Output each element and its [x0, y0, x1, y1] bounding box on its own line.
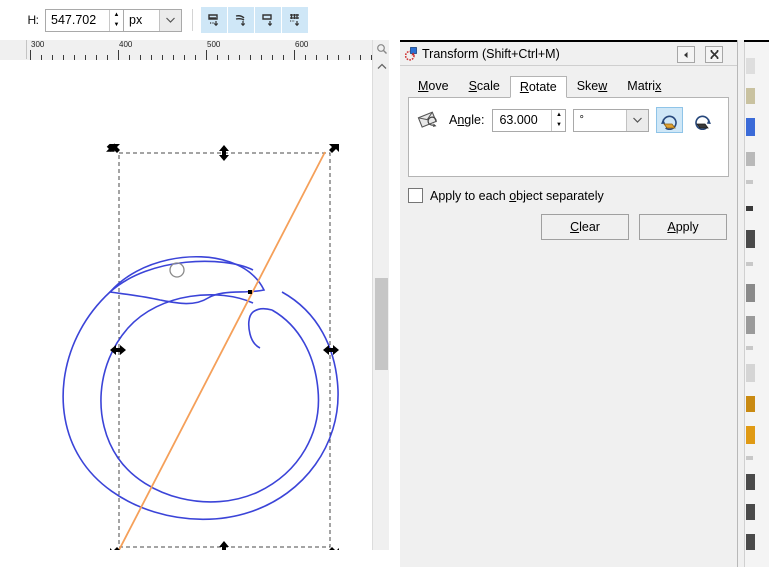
apply-button[interactable]: Apply [639, 214, 727, 240]
angle-spin-down[interactable]: ▼ [552, 120, 565, 131]
angle-spin-buttons[interactable]: ▲ ▼ [551, 109, 566, 131]
inkscape-window: H: 547.702 ▲ ▼ px 300 400 500 600 Transf… [0, 0, 769, 567]
snap-grid-button[interactable] [282, 7, 308, 33]
transform-dialog: Transform (Shift+Ctrl+M) Move Scale Rota… [400, 40, 737, 567]
drawing-canvas[interactable] [0, 60, 372, 550]
right-strip-top-border [744, 40, 769, 42]
strip-item-9[interactable] [746, 284, 755, 302]
height-spin-up[interactable]: ▲ [110, 10, 123, 21]
angle-row: Angle: 63.000 ▲ ▼ ° [409, 98, 728, 133]
strip-item-11[interactable] [746, 346, 753, 350]
dialog-dock-button[interactable] [677, 46, 695, 63]
chevron-up-icon[interactable] [375, 60, 389, 72]
ruler-major-tick [30, 50, 31, 60]
handle-top-left[interactable] [104, 141, 120, 156]
snap-bbox-edge-button[interactable] [228, 7, 254, 33]
angle-label: Angle: [449, 113, 485, 127]
tab-matrix[interactable]: Matrix [617, 75, 672, 97]
rotate-tab-panel: Angle: 63.000 ▲ ▼ ° [408, 97, 729, 177]
snap-bbox-corner-button[interactable] [201, 7, 227, 33]
angle-spinbox[interactable]: 63.000 ▲ ▼ [492, 108, 567, 132]
strip-item-15[interactable] [746, 456, 753, 460]
angle-unit-value: ° [579, 114, 584, 126]
chevron-down-icon[interactable] [159, 9, 181, 31]
dialog-buttons: Clear Apply [400, 214, 727, 240]
tab-scale[interactable]: Scale [458, 75, 510, 97]
ruler-corner [0, 40, 27, 59]
ruler-label: 500 [207, 40, 221, 49]
snap-bbox-center-button[interactable] [255, 7, 281, 33]
circle-marker[interactable] [169, 262, 185, 278]
right-strip-seam [738, 40, 745, 567]
strip-item-2[interactable] [746, 88, 755, 104]
right-edge-palette-strip[interactable] [737, 40, 769, 567]
transform-dialog-titlebar[interactable]: Transform (Shift+Ctrl+M) [400, 42, 737, 66]
spiral-path[interactable] [8, 227, 339, 521]
strip-item-10[interactable] [746, 316, 755, 334]
angle-unit-select[interactable]: ° [573, 108, 650, 132]
unit-select-value: px [129, 13, 143, 27]
ruler-major-tick [294, 50, 295, 60]
tool-options-toolbar: H: 547.702 ▲ ▼ px [0, 0, 769, 40]
height-spin-buttons[interactable]: ▲ ▼ [109, 9, 123, 31]
ruler-major-tick [118, 50, 119, 60]
dialog-close-button[interactable] [705, 46, 723, 63]
toolbar-separator [192, 9, 193, 31]
ruler-label: 300 [31, 40, 45, 49]
strip-item-18[interactable] [746, 534, 755, 550]
apply-each-object-checkbox[interactable] [408, 188, 423, 203]
rotate-clockwise-button[interactable] [690, 108, 715, 132]
apply-each-object-row[interactable]: Apply to each object separately [408, 188, 737, 203]
strip-item-8[interactable] [746, 262, 753, 266]
angle-spin-up[interactable]: ▲ [552, 110, 565, 121]
height-spinbox[interactable]: 547.702 ▲ ▼ [45, 8, 124, 32]
clear-button[interactable]: Clear [541, 214, 629, 240]
ruler-label: 400 [119, 40, 133, 49]
strip-item-14[interactable] [746, 426, 755, 444]
strip-item-5[interactable] [746, 180, 753, 184]
canvas-bottom-padding [0, 550, 400, 567]
canvas-artwork [8, 141, 339, 550]
rotate-object-icon [417, 109, 443, 131]
magnifier-icon[interactable] [375, 42, 389, 56]
height-label: H: [27, 13, 40, 27]
scrollbar-thumb[interactable] [375, 278, 388, 370]
guide-line[interactable] [118, 151, 326, 550]
strip-item-4[interactable] [746, 152, 755, 166]
angle-input[interactable]: 63.000 [493, 110, 551, 131]
canvas-vertical-scrollbar[interactable] [372, 40, 390, 550]
transform-icon [403, 46, 419, 62]
handle-bottom-center[interactable] [219, 541, 229, 550]
ruler-major-tick [206, 50, 207, 60]
strip-item-17[interactable] [746, 504, 755, 520]
tab-move[interactable]: Move [408, 75, 459, 97]
apply-each-object-label: Apply to each object separately [430, 188, 604, 203]
ruler-label: 600 [295, 40, 309, 49]
chevron-down-icon[interactable] [626, 109, 649, 131]
strip-item-13[interactable] [746, 396, 755, 412]
strip-item-12[interactable] [746, 364, 755, 382]
transform-dialog-title: Transform (Shift+Ctrl+M) [422, 46, 560, 61]
strip-item-1[interactable] [746, 58, 755, 74]
strip-item-3[interactable] [746, 118, 755, 136]
unit-select[interactable]: px [124, 8, 182, 32]
strip-item-16[interactable] [746, 474, 755, 490]
height-spin-down[interactable]: ▼ [110, 20, 123, 31]
tab-skew[interactable]: Skew [566, 75, 618, 97]
handle-top-right[interactable] [329, 144, 339, 153]
strip-item-6[interactable] [746, 206, 753, 211]
strip-item-7[interactable] [746, 230, 755, 248]
node-marker[interactable] [248, 290, 252, 294]
rotate-counterclockwise-button[interactable] [656, 107, 684, 133]
handle-middle-left[interactable] [110, 345, 126, 355]
height-input[interactable]: 547.702 [46, 9, 109, 31]
tab-rotate[interactable]: Rotate [509, 76, 567, 98]
transform-tabs[interactable]: Move Scale Rotate Skew Matrix [408, 75, 737, 98]
